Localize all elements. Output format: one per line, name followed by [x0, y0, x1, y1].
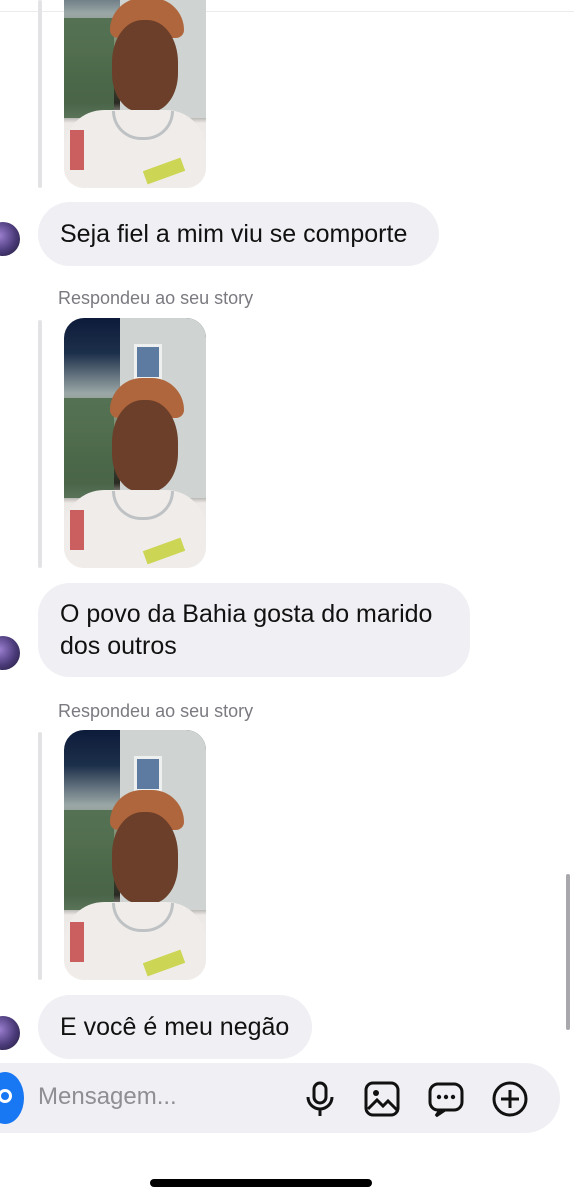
sender-avatar[interactable]	[0, 1016, 20, 1050]
message-text: E você é meu negão	[60, 1013, 290, 1041]
story-thumbnail[interactable]	[64, 0, 206, 188]
story-reply-label: Respondeu ao seu story	[58, 288, 254, 308]
microphone-icon[interactable]	[300, 1079, 340, 1119]
story-thumbnail[interactable]	[64, 318, 206, 568]
image-icon[interactable]	[362, 1079, 402, 1119]
story-reply-label: Respondeu ao seu story	[58, 701, 254, 721]
plus-icon[interactable]	[490, 1079, 530, 1119]
story-thumbnail[interactable]	[64, 730, 206, 980]
home-indicator[interactable]	[150, 1179, 372, 1187]
scrollbar[interactable]	[566, 874, 570, 1030]
message-bubble[interactable]: Seja fiel a mim viu se comporte	[38, 202, 439, 266]
sticker-chat-icon[interactable]	[426, 1079, 466, 1119]
message-input[interactable]: Mensagem...	[38, 1083, 177, 1111]
message-text: Seja fiel a mim viu se comporte	[60, 220, 408, 248]
sender-avatar[interactable]	[0, 636, 20, 670]
message-bubble[interactable]: E você é meu negão	[38, 995, 312, 1059]
message-text: O povo da Bahia gosta do marido dos outr…	[60, 600, 433, 660]
reply-indicator-bar	[38, 320, 42, 568]
message-bubble[interactable]: O povo da Bahia gosta do marido dos outr…	[38, 583, 470, 677]
sender-avatar[interactable]	[0, 222, 20, 256]
reply-indicator-bar	[38, 0, 42, 188]
reply-indicator-bar	[38, 732, 42, 980]
